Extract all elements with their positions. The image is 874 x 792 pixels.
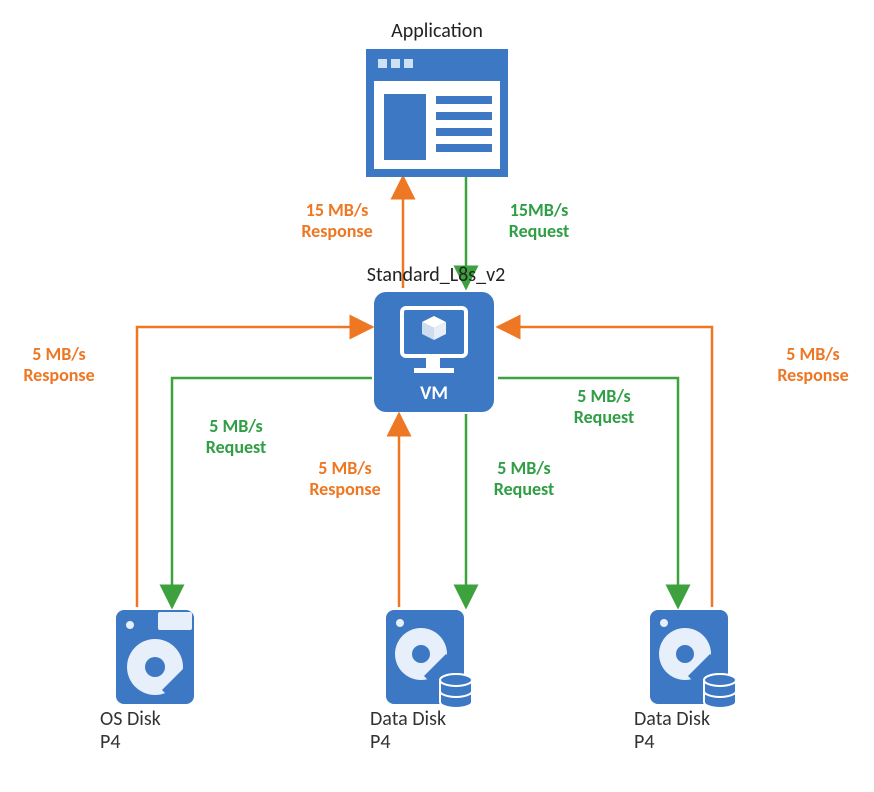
- d1-response-label: 5 MB/s Response: [290, 458, 400, 499]
- os-req-l2: Request: [206, 436, 267, 458]
- d1-req-l1: 5 MB/s: [497, 457, 550, 479]
- os-disk-icon: [116, 610, 194, 704]
- d1-req-l2: Request: [494, 478, 555, 500]
- os-response-label: 5 MB/s Response: [4, 344, 114, 385]
- os-disk-l2: P4: [100, 730, 120, 754]
- d2-l2: P4: [634, 730, 654, 754]
- app-req-l1: 15MB/s: [510, 199, 569, 221]
- d2-req-l1: 5 MB/s: [577, 385, 630, 407]
- app-response-label: 15 MB/s Response: [282, 200, 392, 241]
- app-resp-l2: Response: [301, 220, 372, 242]
- os-disk-l1: OS Disk: [100, 707, 161, 731]
- os-resp-l1: 5 MB/s: [32, 343, 85, 365]
- vm-title: Standard_L8s_v2: [352, 264, 520, 287]
- d1-l1: Data Disk: [370, 707, 446, 731]
- data-disk-1-label: Data Disk P4: [370, 708, 490, 754]
- app-resp-l1: 15 MB/s: [306, 199, 369, 221]
- data-disk-2-label: Data Disk P4: [634, 708, 754, 754]
- d2-req-l2: Request: [574, 406, 635, 428]
- vm-box-label: VM: [374, 382, 494, 405]
- d1-request-label: 5 MB/s Request: [474, 458, 574, 499]
- d2-l1: Data Disk: [634, 707, 710, 731]
- d1-l2: P4: [370, 730, 390, 754]
- d2-request-label: 5 MB/s Request: [554, 386, 654, 427]
- d2-response-label: 5 MB/s Response: [758, 344, 868, 385]
- d2-resp-l1: 5 MB/s: [786, 343, 839, 365]
- os-req-l1: 5 MB/s: [209, 415, 262, 437]
- d2-resp-l2: Response: [777, 364, 848, 386]
- application-title: Application: [370, 20, 504, 43]
- data-disk-1-icon: [386, 610, 472, 708]
- data-disk-2-icon: [650, 610, 736, 708]
- d1-resp-l2: Response: [309, 478, 380, 500]
- d1-resp-l1: 5 MB/s: [318, 457, 371, 479]
- app-request-label: 15MB/s Request: [484, 200, 594, 241]
- os-resp-l2: Response: [23, 364, 94, 386]
- application-icon: [370, 53, 504, 173]
- os-disk-label: OS Disk P4: [100, 708, 210, 754]
- app-req-l2: Request: [509, 220, 570, 242]
- diagram-canvas: Application Standard_L8s_v2 VM OS Disk P…: [0, 0, 874, 792]
- os-request-label: 5 MB/s Request: [186, 416, 286, 457]
